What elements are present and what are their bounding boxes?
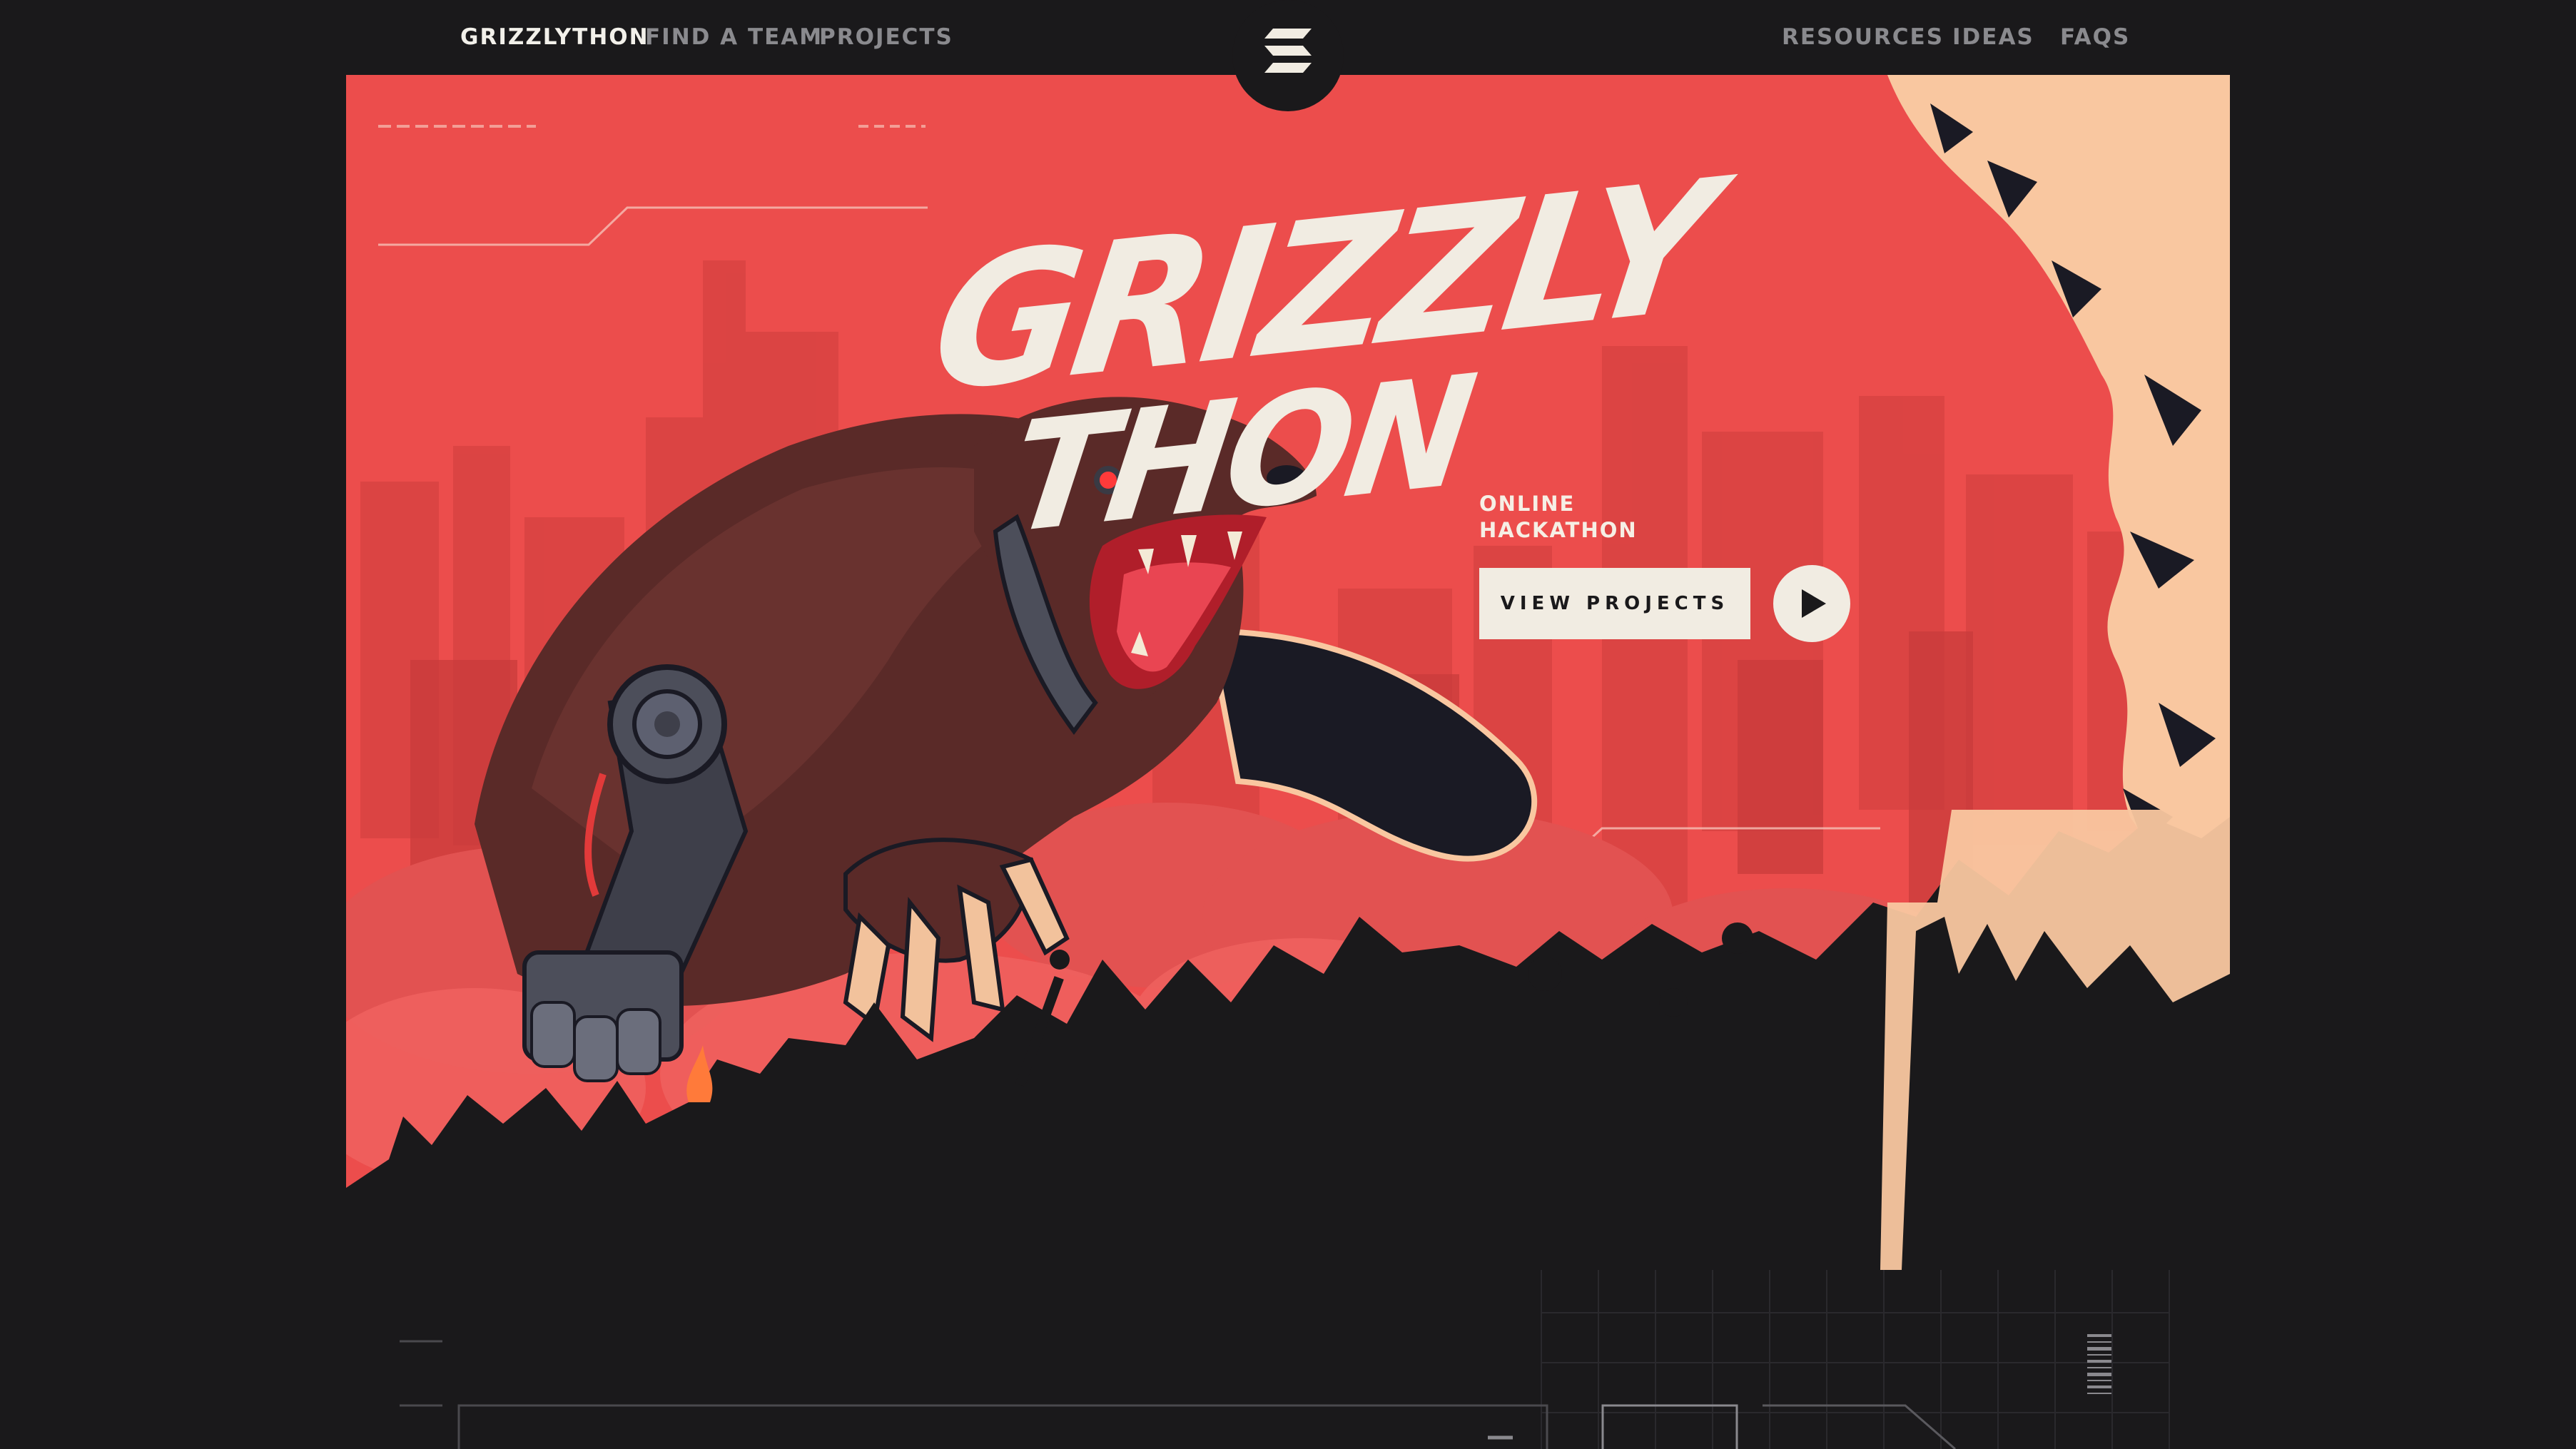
nav-link-faqs[interactable]: FAQS [2060, 24, 2130, 50]
date-text: 23_03.14.23 [2319, 1027, 2333, 1448]
view-projects-button[interactable]: VIEW PROJECTS [1479, 568, 1750, 639]
nav-link-projects[interactable]: PROJECTS [819, 24, 953, 50]
nav-link-find-a-team[interactable]: FIND A TEAM [645, 24, 823, 50]
play-video-button[interactable] [1773, 565, 1850, 642]
tagline-line-2: HACKATHON [1479, 518, 1638, 542]
nav-link-grizzlython[interactable]: GRIZZLYTHON [460, 24, 649, 50]
bottom-decor [400, 1270, 2170, 1449]
s-logo-icon [1264, 29, 1312, 73]
page: GRIZZLYTHON FIND A TEAM PROJECTS RESOURC… [0, 0, 2576, 1449]
logo-badge[interactable] [1232, 0, 1344, 111]
hero-tagline: ONLINE HACKATHON [1479, 491, 1638, 544]
hero-section: GRIZZLY THON ONLINE HACKATHON VIEW PROJE… [346, 75, 2230, 1270]
nav-link-ideas[interactable]: IDEAS [1952, 24, 2034, 50]
play-icon [1802, 589, 1826, 618]
tagline-line-1: ONLINE [1479, 492, 1576, 516]
vertical-date: 23_03.14.23 [2233, 1027, 2333, 1449]
nav-link-resources[interactable]: RESOURCES [1782, 24, 1944, 50]
hero-illustration: GRIZZLY THON [346, 75, 2230, 1270]
